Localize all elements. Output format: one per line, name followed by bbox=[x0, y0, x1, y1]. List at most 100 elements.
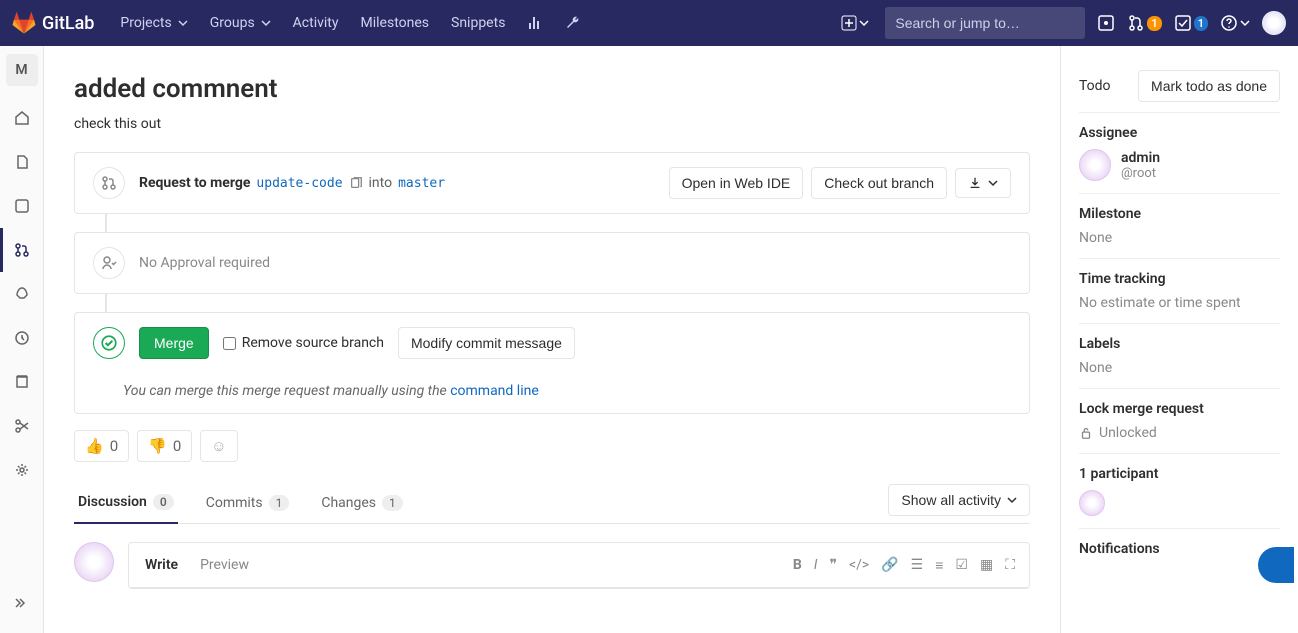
command-line-link[interactable]: command line bbox=[450, 383, 539, 399]
mark-todo-done-button[interactable]: Mark todo as done bbox=[1138, 70, 1280, 102]
operations-icon bbox=[14, 330, 30, 346]
numbered-list-icon[interactable]: ≡ bbox=[935, 557, 943, 574]
merge-widget: Request to merge update-code into master… bbox=[74, 152, 1030, 214]
question-icon bbox=[1220, 14, 1238, 32]
right-sidebar: Todo Mark todo as done Assignee admin @r… bbox=[1060, 46, 1298, 633]
merge-button[interactable]: Merge bbox=[139, 327, 209, 359]
target-branch[interactable]: master bbox=[398, 176, 445, 191]
sidebar-cicd[interactable] bbox=[0, 272, 44, 316]
nav-admin[interactable] bbox=[555, 9, 591, 37]
scroll-fab[interactable] bbox=[1258, 547, 1294, 583]
editor-tab-write[interactable]: Write bbox=[143, 551, 180, 579]
thumbs-down-icon: 👎 bbox=[148, 437, 167, 455]
activity-filter[interactable]: Show all activity bbox=[888, 484, 1030, 516]
top-navbar: GitLab Projects Groups Activity Mileston… bbox=[0, 0, 1298, 46]
merge-request-icon bbox=[1127, 14, 1145, 32]
nav-snippets[interactable]: Snippets bbox=[441, 9, 515, 37]
remove-source-input[interactable] bbox=[223, 337, 236, 350]
time-tracking-value: No estimate or time spent bbox=[1079, 295, 1241, 311]
open-web-ide-button[interactable]: Open in Web IDE bbox=[669, 167, 804, 199]
sidebar-settings[interactable] bbox=[0, 448, 44, 492]
nav-milestones[interactable]: Milestones bbox=[351, 9, 440, 37]
project-sidebar: M bbox=[0, 46, 44, 633]
chevron-down-icon bbox=[261, 18, 271, 28]
fullscreen-icon[interactable]: ⛶ bbox=[1005, 557, 1015, 574]
merge-request-icon bbox=[14, 242, 30, 258]
mr-tabs: Discussion0 Commits1 Changes1 Show all a… bbox=[74, 482, 1030, 524]
sidebar-wiki[interactable] bbox=[0, 360, 44, 404]
code-icon[interactable]: </> bbox=[849, 557, 869, 574]
source-branch[interactable]: update-code bbox=[256, 176, 342, 191]
nav-analytics[interactable] bbox=[517, 9, 553, 37]
rb-lock: Lock merge request Unlocked bbox=[1079, 388, 1280, 453]
link-icon[interactable]: 🔗 bbox=[881, 557, 898, 574]
book-icon bbox=[14, 374, 30, 390]
issues-shortcut[interactable] bbox=[1097, 14, 1115, 32]
rb-labels: Labels None bbox=[1079, 323, 1280, 388]
mr-count-badge: 1 bbox=[1147, 16, 1161, 31]
editor-box: Write Preview B I ❞ </> 🔗 ☰ ≡ ☑ ▦ ⛶ bbox=[128, 542, 1030, 589]
nav-activity[interactable]: Activity bbox=[283, 9, 349, 37]
tab-discussion[interactable]: Discussion0 bbox=[74, 482, 178, 524]
merge-text: Request to merge update-code into master bbox=[139, 175, 445, 191]
nav-groups[interactable]: Groups bbox=[200, 9, 281, 37]
quote-icon[interactable]: ❞ bbox=[829, 557, 837, 574]
search-input[interactable] bbox=[895, 15, 1076, 31]
editor-tab-preview[interactable]: Preview bbox=[198, 551, 251, 579]
user-check-icon bbox=[101, 255, 117, 271]
sidebar-repository[interactable] bbox=[0, 140, 44, 184]
checkout-branch-button[interactable]: Check out branch bbox=[811, 167, 947, 199]
user-avatar[interactable] bbox=[1262, 11, 1286, 35]
todos-shortcut[interactable]: 1 bbox=[1174, 14, 1208, 32]
help-dropdown[interactable] bbox=[1220, 14, 1250, 32]
todo-icon bbox=[1174, 14, 1192, 32]
global-search[interactable] bbox=[885, 7, 1085, 39]
sidebar-issues[interactable] bbox=[0, 184, 44, 228]
table-icon[interactable]: ▦ bbox=[980, 557, 993, 574]
gear-icon bbox=[14, 462, 30, 478]
chevron-down-icon bbox=[859, 18, 869, 28]
sidebar-merge-requests[interactable] bbox=[0, 228, 44, 272]
request-to-merge-label: Request to merge bbox=[139, 175, 250, 191]
issues-icon bbox=[14, 198, 30, 214]
tab-changes[interactable]: Changes1 bbox=[317, 483, 406, 523]
chevron-down-icon bbox=[988, 178, 998, 188]
mr-title: added commnent bbox=[74, 74, 1030, 104]
gitlab-logo[interactable]: GitLab bbox=[12, 11, 94, 35]
approval-text: No Approval required bbox=[139, 255, 270, 271]
smiley-icon: ☺ bbox=[211, 437, 226, 455]
modify-commit-button[interactable]: Modify commit message bbox=[398, 327, 575, 359]
add-reaction-button[interactable]: ☺ bbox=[200, 430, 237, 462]
sidebar-operations[interactable] bbox=[0, 316, 44, 360]
labels-label: Labels bbox=[1079, 336, 1280, 352]
milestone-label: Milestone bbox=[1079, 206, 1280, 222]
rocket-icon bbox=[14, 286, 30, 302]
participant-avatar[interactable] bbox=[1079, 490, 1105, 516]
project-avatar[interactable]: M bbox=[6, 54, 38, 86]
tab-commits[interactable]: Commits1 bbox=[202, 483, 294, 523]
assignee-user[interactable]: admin @root bbox=[1079, 149, 1280, 181]
nav-projects[interactable]: Projects bbox=[110, 9, 197, 37]
copy-icon[interactable] bbox=[349, 176, 363, 190]
download-dropdown[interactable] bbox=[955, 168, 1011, 198]
sidebar-collapse[interactable] bbox=[0, 581, 44, 625]
sidebar-home[interactable] bbox=[0, 96, 44, 140]
chevron-down-icon bbox=[1007, 495, 1017, 505]
chevron-down-icon bbox=[178, 18, 188, 28]
sidebar-snippets[interactable] bbox=[0, 404, 44, 448]
thumbs-up-button[interactable]: 👍0 bbox=[74, 430, 129, 462]
merge-requests-shortcut[interactable]: 1 bbox=[1127, 14, 1161, 32]
participants-label: 1 participant bbox=[1079, 466, 1280, 482]
bullet-list-icon[interactable]: ☰ bbox=[911, 557, 924, 574]
lock-value: Unlocked bbox=[1099, 425, 1157, 441]
bold-icon[interactable]: B bbox=[793, 557, 802, 574]
italic-icon[interactable]: I bbox=[814, 557, 818, 574]
new-dropdown[interactable] bbox=[837, 11, 873, 35]
primary-nav: Projects Groups Activity Milestones Snip… bbox=[110, 9, 591, 37]
into-label: into bbox=[369, 175, 393, 191]
task-list-icon[interactable]: ☑ bbox=[955, 557, 968, 574]
thumbs-down-button[interactable]: 👎0 bbox=[137, 430, 192, 462]
wrench-icon bbox=[565, 15, 581, 31]
remove-source-checkbox[interactable]: Remove source branch bbox=[223, 335, 384, 351]
check-circle-icon bbox=[100, 334, 118, 352]
